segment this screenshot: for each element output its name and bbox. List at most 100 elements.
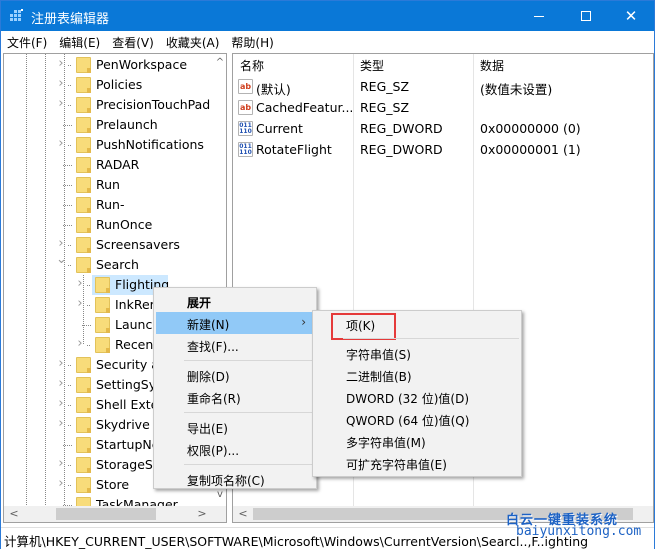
expand-chevron-icon[interactable]: › bbox=[56, 97, 66, 110]
expand-chevron-icon[interactable]: › bbox=[56, 457, 66, 470]
tree-connector bbox=[68, 65, 72, 66]
column-header-data[interactable]: 数据 bbox=[480, 57, 504, 74]
context-menu-item[interactable]: 删除(D) bbox=[156, 364, 314, 386]
menu-item-label: DWORD (32 位)值(D) bbox=[346, 392, 469, 406]
context-menu-item[interactable]: 展开 bbox=[156, 290, 314, 312]
tree-item[interactable]: › Policies bbox=[4, 75, 214, 95]
context-menu-item[interactable]: 新建(N) › bbox=[156, 312, 314, 334]
expand-chevron-icon[interactable]: › bbox=[56, 397, 66, 410]
column-header-name[interactable]: 名称 bbox=[240, 57, 264, 74]
menu-item-label: 查找(F)... bbox=[187, 340, 239, 354]
menu-favorites[interactable]: 收藏夹(A) bbox=[160, 31, 226, 52]
minimize-button[interactable] bbox=[516, 1, 562, 31]
expand-chevron-icon[interactable]: › bbox=[56, 417, 66, 430]
tree-item[interactable]: Run- bbox=[4, 195, 214, 215]
expand-chevron-icon[interactable]: › bbox=[56, 237, 66, 250]
folder-icon bbox=[95, 277, 110, 293]
submenu-item[interactable]: 项(K) bbox=[315, 313, 519, 340]
expand-chevron-icon[interactable]: › bbox=[56, 57, 66, 70]
menu-item-label: 复制项名称(C) bbox=[187, 474, 265, 488]
collapse-chevron-icon[interactable]: ⌄ bbox=[56, 253, 67, 266]
tree-item[interactable]: › PenWorkspace bbox=[4, 55, 214, 75]
annotation-highlight-box bbox=[331, 313, 396, 340]
submenu-item[interactable]: QWORD (64 位)值(Q) bbox=[315, 408, 519, 430]
tree-connector bbox=[68, 485, 72, 486]
tree-item-label: Run bbox=[96, 177, 120, 192]
tree-item-label: PushNotifications bbox=[96, 137, 204, 152]
folder-icon bbox=[76, 237, 91, 253]
context-menu-item[interactable]: 复制项名称(C) bbox=[156, 468, 314, 490]
context-menu-item[interactable]: 权限(P)... bbox=[156, 438, 314, 460]
tree-connector bbox=[68, 265, 72, 266]
tree-connector bbox=[63, 165, 73, 166]
expand-chevron-icon[interactable]: › bbox=[56, 377, 66, 390]
value-name: Current bbox=[256, 121, 303, 136]
menu-file[interactable]: 文件(F) bbox=[1, 31, 53, 52]
submenu-item[interactable]: 字符串值(S) bbox=[315, 342, 519, 364]
tree-item[interactable]: ⌄ Search bbox=[4, 253, 214, 275]
context-menu-item[interactable]: 查找(F)... bbox=[156, 334, 314, 356]
tree-item[interactable]: RunOnce bbox=[4, 215, 214, 235]
expand-chevron-icon[interactable]: › bbox=[56, 477, 66, 490]
tree-item-label: Store bbox=[96, 477, 130, 492]
context-menu-item[interactable]: 导出(E) bbox=[156, 416, 314, 438]
value-type: REG_DWORD bbox=[360, 142, 443, 157]
title-bar[interactable]: 注册表编辑器 ✕ bbox=[1, 1, 654, 31]
value-data: (数值未设置) bbox=[480, 82, 553, 97]
folder-icon bbox=[76, 377, 91, 393]
submenu-arrow-icon: › bbox=[301, 315, 306, 329]
submenu-item[interactable]: DWORD (32 位)值(D) bbox=[315, 386, 519, 408]
value-type: REG_DWORD bbox=[360, 121, 443, 136]
tree-horizontal-scrollbar[interactable]: < > bbox=[4, 506, 226, 522]
string-value-icon: ab bbox=[238, 79, 253, 94]
folder-icon bbox=[76, 97, 91, 113]
maximize-button[interactable] bbox=[563, 1, 609, 31]
tree-item[interactable]: › Screensavers bbox=[4, 235, 214, 255]
menu-separator bbox=[343, 338, 519, 339]
submenu-item[interactable]: 多字符串值(M) bbox=[315, 430, 519, 452]
regedit-app-icon bbox=[10, 9, 24, 23]
tree-item-label: PenWorkspace bbox=[96, 57, 188, 72]
tree-item[interactable]: RADAR bbox=[4, 155, 214, 175]
scroll-left-icon[interactable]: < bbox=[6, 506, 22, 522]
tree-item-label: InkRer bbox=[115, 297, 155, 312]
expand-chevron-icon[interactable]: › bbox=[56, 77, 66, 90]
submenu-item[interactable]: 可扩充字符串值(E) bbox=[315, 452, 519, 474]
tree-item-label: Search bbox=[96, 257, 139, 272]
tree-item[interactable]: Prelaunch bbox=[4, 115, 214, 135]
registry-path: 计算机\HKEY_CURRENT_USER\SOFTWARE\Microsoft… bbox=[4, 534, 589, 549]
value-row[interactable]: ab (默认) REG_SZ (数值未设置) bbox=[233, 76, 653, 97]
tree-item-label: Policies bbox=[96, 77, 143, 92]
folder-icon bbox=[76, 357, 91, 373]
binary-value-icon: 011 110 bbox=[238, 121, 253, 136]
scroll-thumb[interactable] bbox=[56, 508, 156, 520]
tree-item[interactable]: › PushNotifications bbox=[4, 135, 214, 155]
menu-edit[interactable]: 编辑(E) bbox=[53, 31, 106, 52]
tree-item[interactable]: Run bbox=[4, 175, 214, 195]
scroll-left-icon[interactable]: < bbox=[235, 506, 251, 522]
value-row[interactable]: 011 110 RotateFlight REG_DWORD 0x00000001 (… bbox=[233, 139, 653, 160]
value-row[interactable]: 011 110 Current REG_DWORD 0x00000000 (0) bbox=[233, 118, 653, 139]
binary-value-icon: 011 110 bbox=[238, 142, 253, 157]
close-button[interactable]: ✕ bbox=[608, 1, 654, 31]
tree-item[interactable]: › PrecisionTouchPad bbox=[4, 95, 214, 115]
value-data: 0x00000001 (1) bbox=[480, 142, 581, 157]
submenu-item[interactable]: 二进制值(B) bbox=[315, 364, 519, 386]
menu-view[interactable]: 查看(V) bbox=[106, 31, 160, 52]
value-row[interactable]: ab CachedFeatur... REG_SZ bbox=[233, 97, 653, 118]
menu-item-label: 删除(D) bbox=[187, 370, 230, 384]
maximize-icon bbox=[581, 11, 591, 21]
scroll-up-icon[interactable]: ^ bbox=[213, 56, 226, 70]
value-name: (默认) bbox=[256, 82, 291, 97]
column-header-type[interactable]: 类型 bbox=[360, 57, 384, 74]
folder-icon bbox=[76, 397, 91, 413]
scroll-down-icon[interactable]: v bbox=[213, 488, 226, 502]
value-name: RotateFlight bbox=[256, 142, 332, 157]
expand-chevron-icon[interactable]: › bbox=[56, 357, 66, 370]
menu-help[interactable]: 帮助(H) bbox=[225, 31, 279, 52]
context-menu-item[interactable]: 重命名(R) bbox=[156, 386, 314, 408]
expand-chevron-icon[interactable]: › bbox=[56, 137, 66, 150]
menu-separator bbox=[184, 412, 312, 413]
scroll-right-icon[interactable]: > bbox=[194, 506, 210, 522]
value-type: REG_SZ bbox=[360, 100, 410, 115]
